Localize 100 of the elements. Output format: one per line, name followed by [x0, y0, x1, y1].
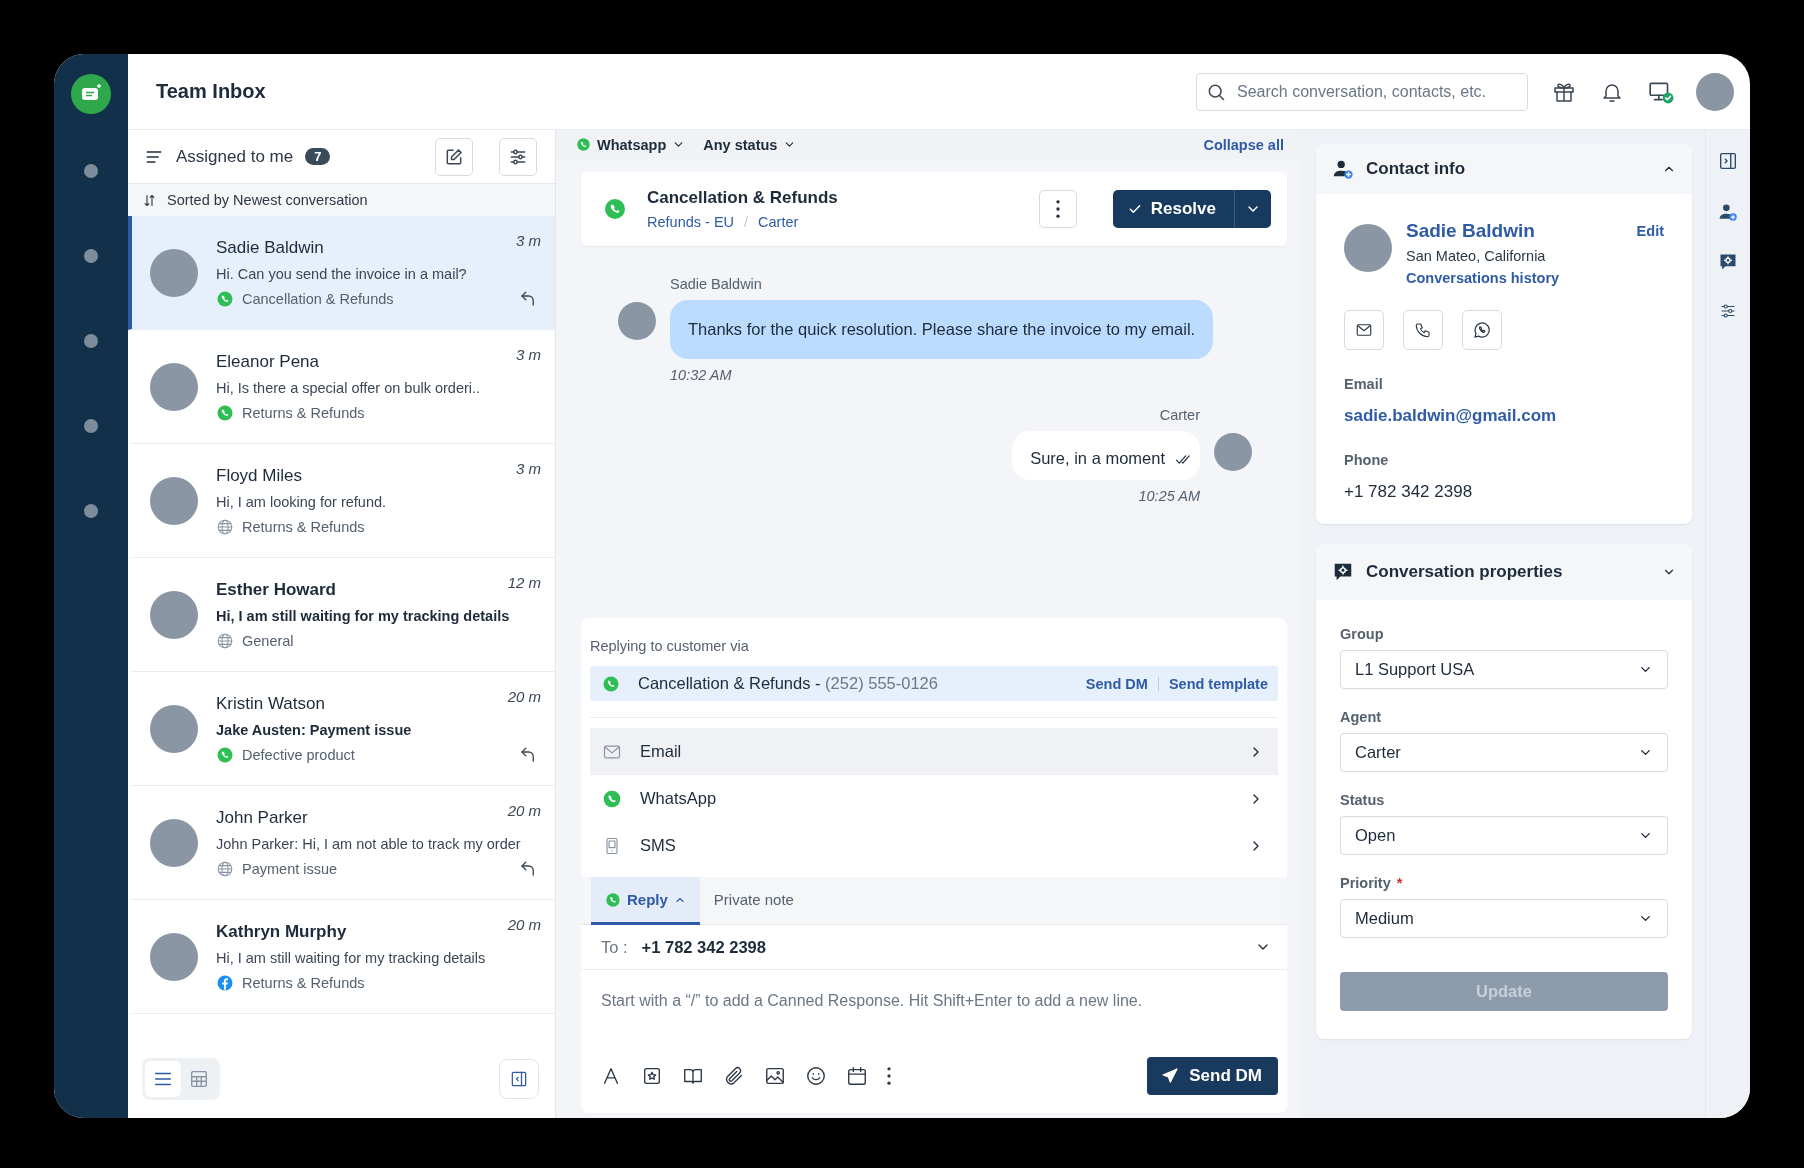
user-avatar[interactable] [1696, 72, 1734, 111]
conversations-history-link[interactable]: Conversations history [1406, 270, 1623, 286]
message-text: Sure, in a moment [1030, 449, 1165, 468]
paperclip-icon[interactable] [723, 1065, 745, 1087]
select-field[interactable]: L1 Support USA [1340, 650, 1668, 689]
card-title: Conversation properties [1366, 562, 1563, 582]
message-preview: Jake Austen: Payment issue [216, 721, 413, 738]
message-preview: John Parker: Hi, I am not able to track my order [216, 835, 522, 852]
chat-gear-icon[interactable] [1718, 252, 1738, 272]
channel-option[interactable]: SMS [590, 822, 1278, 869]
grid-icon [188, 1068, 210, 1090]
select-field[interactable]: Carter [1340, 733, 1668, 772]
filter-dropdown[interactable]: Whatsapp [576, 136, 686, 153]
avatar [1214, 433, 1252, 471]
message-preview: Hi. Can you send the invoice in a mail? [216, 265, 468, 282]
message-preview: Hi, I am looking for refund. [216, 493, 388, 510]
whatsapp-icon [603, 197, 627, 221]
conversation-item[interactable]: Floyd Miles 3 m Hi, I am looking for refund. Returns & Refunds [128, 444, 555, 558]
nav-dot[interactable] [84, 334, 98, 348]
recipient-phone: +1 782 342 2398 [641, 937, 766, 957]
nav-dot[interactable] [84, 504, 98, 518]
conversation-item[interactable]: Eleanor Pena 3 m Hi, Is there a special offer on bulk orderi.. Returns & Refunds [128, 330, 555, 444]
resolve-menu-button[interactable] [1234, 190, 1271, 228]
channel-action-link[interactable]: Send template [1168, 675, 1268, 692]
more-icon[interactable] [887, 1067, 891, 1085]
whatsapp-icon [602, 788, 622, 809]
select-field[interactable]: Medium [1340, 899, 1668, 938]
avatar [150, 248, 198, 297]
inbox-label: General [242, 632, 294, 649]
nav-dot[interactable] [84, 419, 98, 433]
conversation-item[interactable]: John Parker 20 m John Parker: Hi, I am not able to track my order Payment issue [128, 786, 555, 900]
globe-icon [216, 859, 234, 878]
message-time: 10:25 AM [1138, 488, 1200, 504]
message-time: 10:32 AM [670, 367, 733, 383]
reply-tab[interactable]: Reply [591, 877, 700, 925]
count-badge: 7 [305, 148, 331, 165]
contact-name[interactable]: Sadie Baldwin [1406, 220, 1623, 242]
field-label: Phone [1344, 452, 1390, 468]
agent-link[interactable]: Carter [758, 214, 799, 230]
phone-icon [1414, 321, 1432, 339]
more-icon[interactable] [1055, 200, 1060, 218]
reply-via-label: Replying to customer via [589, 637, 750, 656]
nav-dot[interactable] [84, 164, 98, 178]
select-field[interactable]: Open [1340, 816, 1668, 855]
avatar [150, 590, 198, 639]
search-field[interactable]: Search conversation, contacts, etc. [1196, 72, 1528, 111]
email-button[interactable] [1344, 310, 1384, 350]
compose-button[interactable] [435, 137, 473, 176]
collapse-all-link[interactable]: Collapse all [1203, 136, 1284, 153]
resolve-button[interactable]: Resolve [1112, 190, 1234, 228]
time-label: 3 m [516, 459, 541, 477]
channel-option[interactable]: Email [590, 728, 1278, 775]
avatar [150, 932, 198, 981]
facebook-icon [216, 973, 234, 992]
star-square-icon[interactable] [641, 1065, 663, 1087]
filter-settings-button[interactable] [499, 137, 537, 176]
image-icon[interactable] [764, 1065, 786, 1087]
nav-dot[interactable] [84, 249, 98, 263]
panel-toggle-icon[interactable] [1717, 150, 1739, 172]
channel-option[interactable]: WhatsApp [590, 775, 1278, 822]
time-label: 20 m [507, 915, 541, 933]
conversation-item[interactable]: Kristin Watson 20 m Jake Austen: Payment issue Defective product [128, 672, 555, 786]
whatsapp-icon [1472, 320, 1492, 340]
channel-action-link[interactable]: Send DM [1085, 675, 1148, 692]
sort-icon[interactable] [142, 192, 157, 208]
mail-icon [1355, 321, 1373, 339]
sender-name: Sadie Baldwin [670, 276, 763, 292]
call-button[interactable] [1403, 310, 1443, 350]
smiley-icon[interactable] [805, 1065, 827, 1087]
list-view-button[interactable] [145, 1061, 181, 1097]
app-logo[interactable] [71, 74, 111, 114]
group-link[interactable]: Refunds - EU [647, 214, 735, 230]
calendar-icon[interactable] [846, 1065, 868, 1087]
collapse-panel-button[interactable] [499, 1059, 539, 1099]
conversation-item[interactable]: Esther Howard 12 m Hi, I am still waiting for my tracking details General [128, 558, 555, 672]
time-label: 3 m [516, 231, 541, 249]
breadcrumb-separator: / [744, 214, 749, 230]
card-header[interactable]: Contact info [1316, 144, 1692, 194]
filter-dropdown[interactable]: Any status [703, 136, 797, 153]
required-mark: * [1396, 875, 1403, 891]
reply-tab[interactable]: Private note [699, 877, 808, 925]
time-label: 3 m [516, 345, 541, 363]
email-link[interactable]: sadie.baldwin@gmail.com [1344, 406, 1664, 426]
time-label: 20 m [507, 801, 541, 819]
whatsapp-button[interactable] [1462, 310, 1502, 350]
inbox-filter-label[interactable]: Assigned to me [176, 146, 294, 167]
panel-icon [509, 1069, 529, 1089]
globe-icon [216, 517, 234, 536]
sort-label[interactable]: Sorted by Newest conversation [167, 192, 368, 208]
person-add-icon [1332, 158, 1354, 180]
contact-name: Kathryn Murphy [216, 921, 347, 942]
conversation-item[interactable]: Kathryn Murphy 20 m Hi, I am still waiting for my tracking details Returns & Refunds [128, 900, 555, 1014]
sliders-icon[interactable] [1719, 302, 1737, 320]
send-button[interactable]: Send DM [1147, 1057, 1278, 1095]
conversation-item[interactable]: Sadie Baldwin 3 m Hi. Can you send the invoice in a mail? Cancellation & Refunds [128, 216, 555, 330]
contact-name: Esther Howard [216, 579, 336, 600]
edit-link[interactable]: Edit [1636, 223, 1664, 239]
card-header[interactable]: Conversation properties [1316, 544, 1692, 600]
avatar [150, 476, 198, 525]
person-add-icon[interactable] [1718, 202, 1738, 222]
